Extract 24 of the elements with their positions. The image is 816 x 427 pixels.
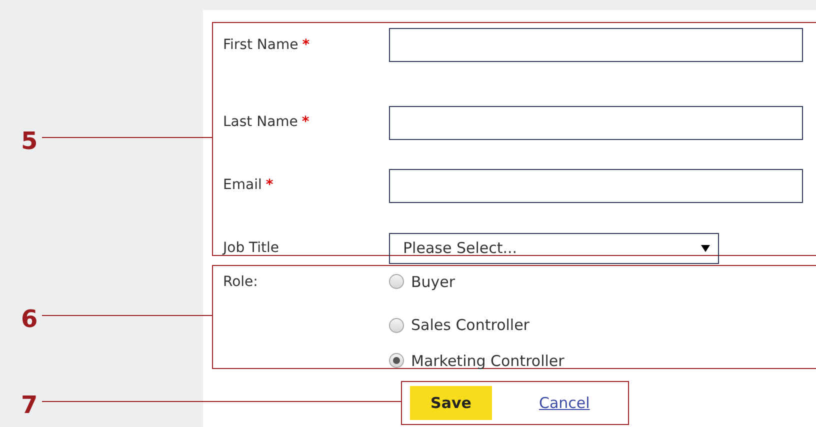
input-field[interactable]: [389, 106, 803, 140]
radio-button[interactable]: [389, 318, 404, 333]
input-field[interactable]: [389, 168, 803, 202]
callout-number: 5: [21, 129, 38, 153]
field-label: Role:: [223, 274, 258, 290]
radio-button[interactable]: [389, 274, 404, 290]
field-label: Email: [223, 177, 262, 193]
dropdown[interactable]: Please Select...: [389, 233, 719, 264]
required-mark: *: [266, 177, 274, 193]
radio-button[interactable]: [389, 353, 404, 368]
save-button[interactable]: Save: [410, 386, 492, 420]
radio-label: Marketing Controller: [411, 350, 564, 372]
caret-icon: [701, 244, 710, 253]
callout-number: 6: [21, 307, 38, 331]
callout-number: 7: [21, 393, 38, 417]
required-mark: *: [302, 36, 310, 52]
input-field[interactable]: [389, 28, 803, 62]
required-mark: *: [302, 114, 310, 130]
radio-label: Buyer: [411, 272, 456, 292]
field-label: First Name: [223, 36, 298, 52]
field-label: Last Name: [223, 114, 298, 130]
cancel-link[interactable]: Cancel: [539, 392, 590, 414]
radio-label: Sales Controller: [411, 315, 530, 336]
field-label: Job Title: [223, 240, 280, 256]
